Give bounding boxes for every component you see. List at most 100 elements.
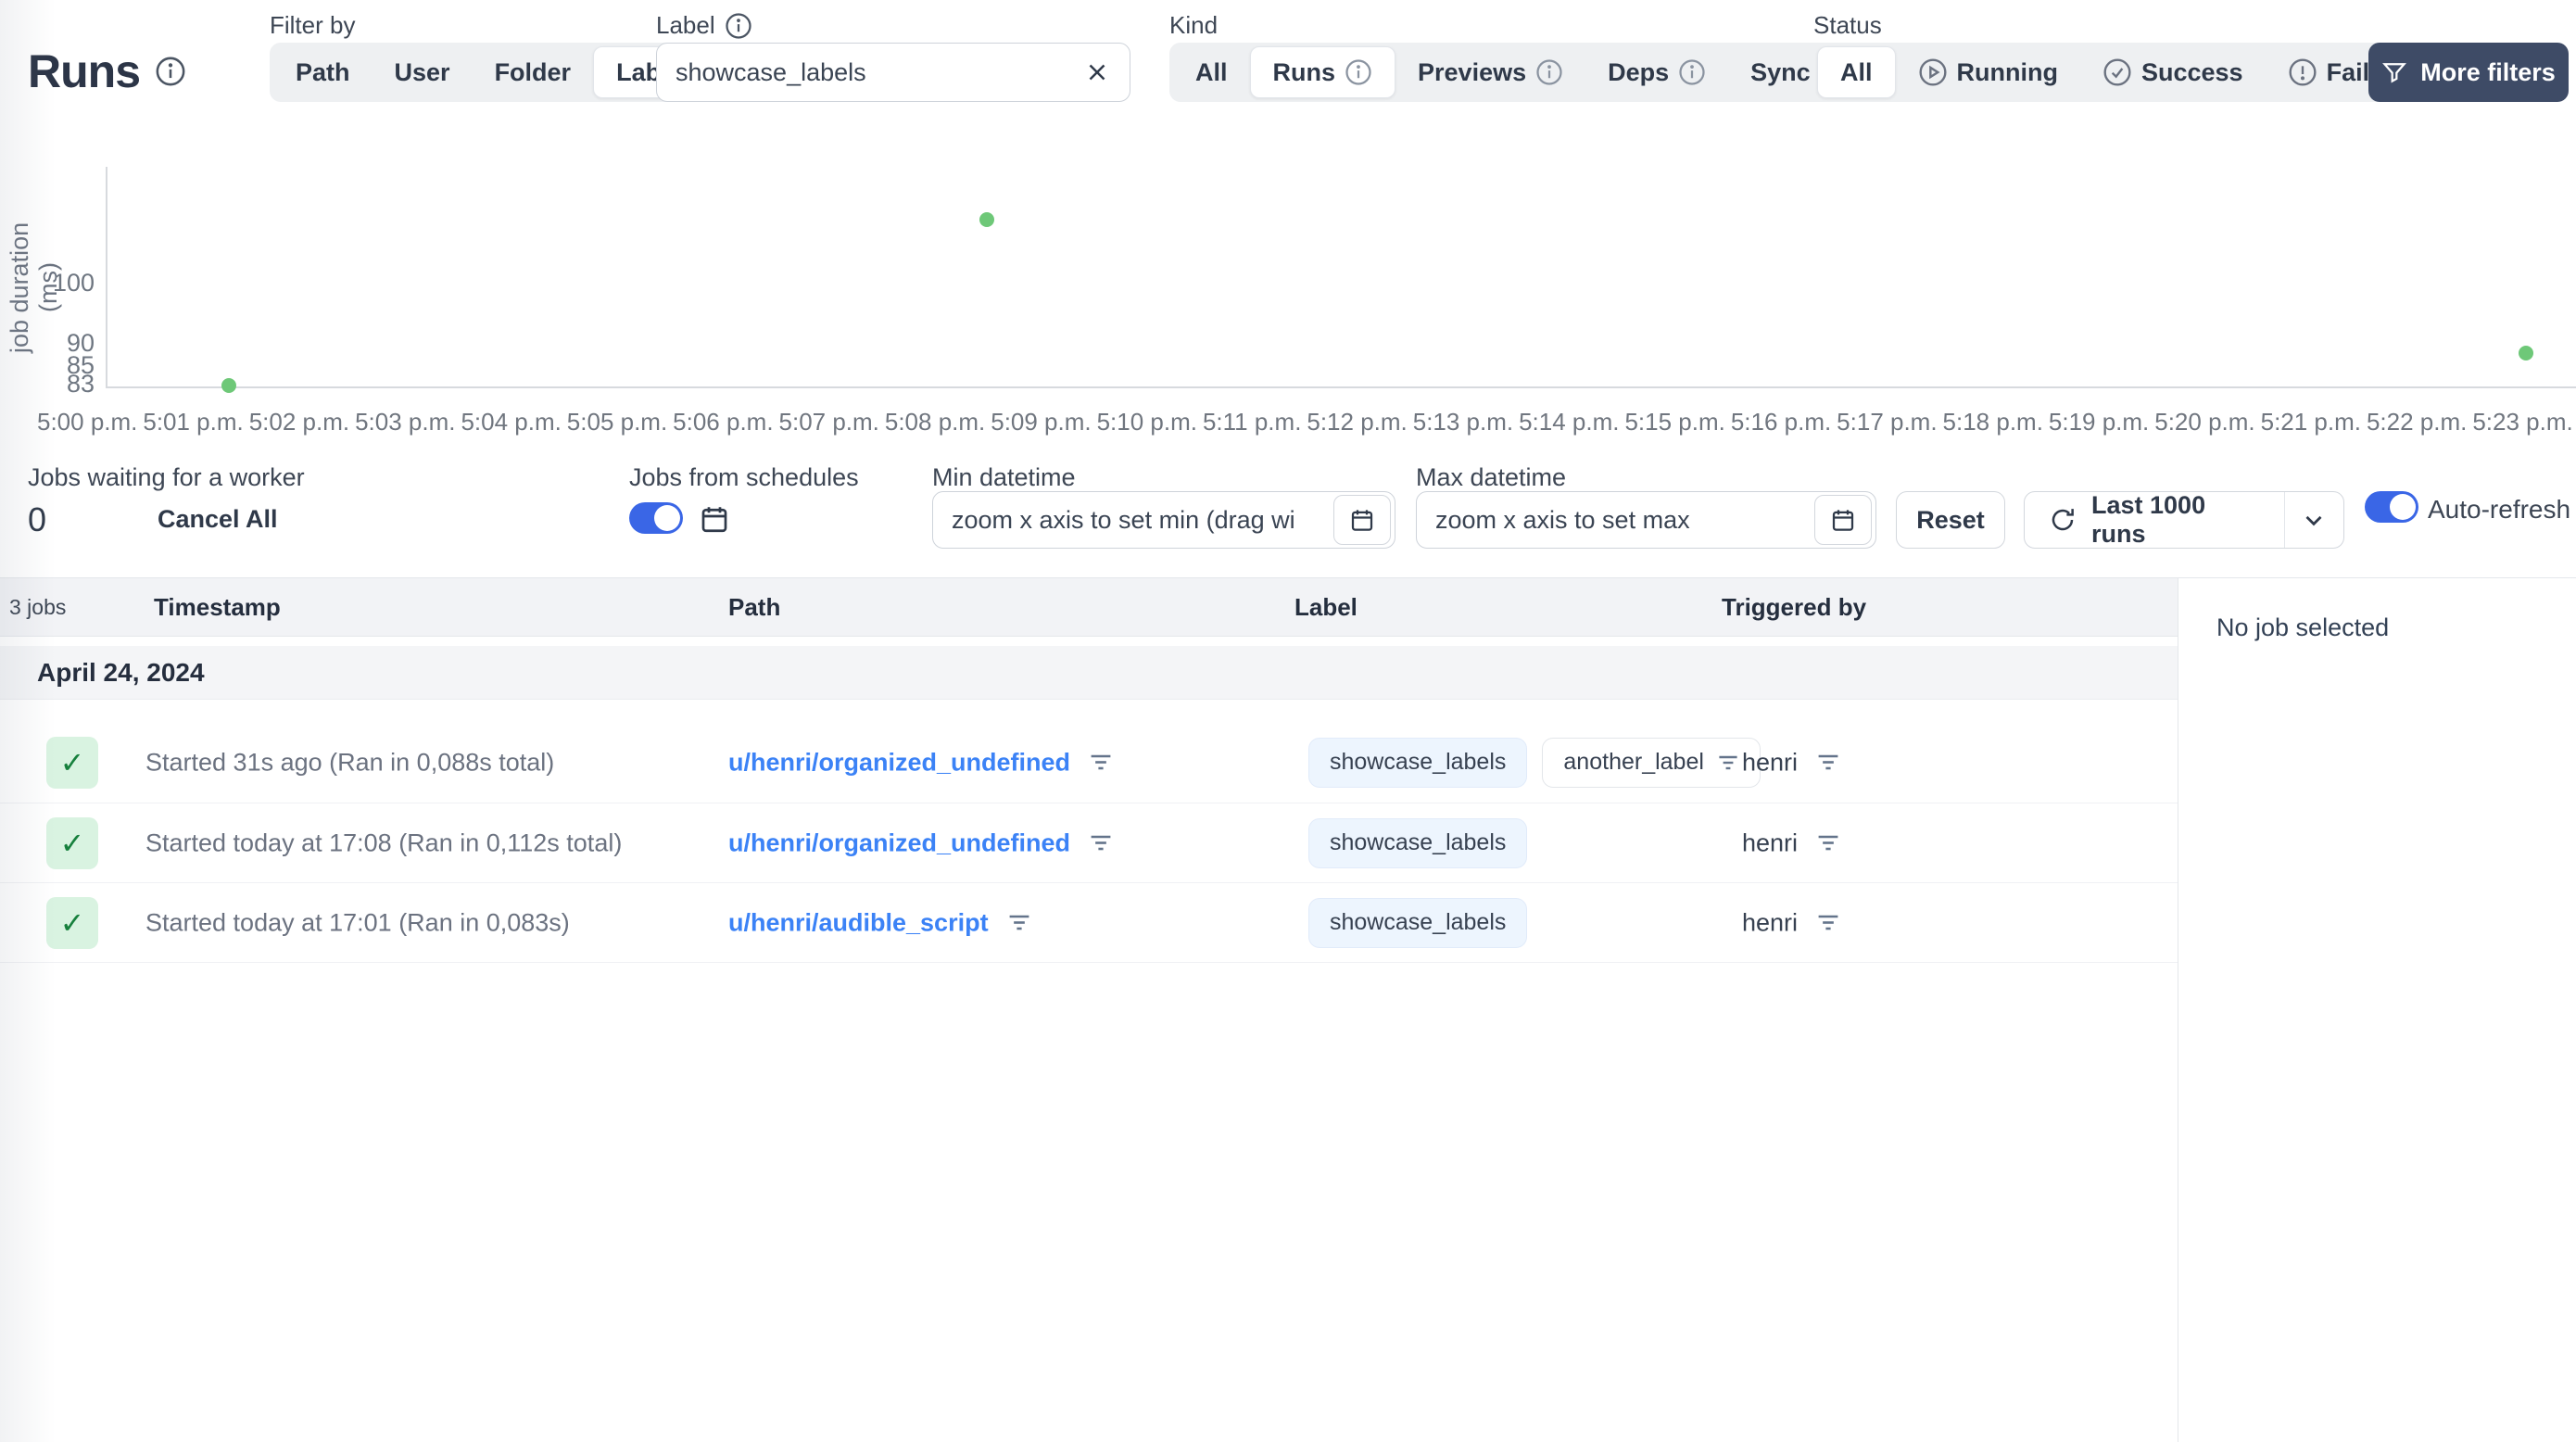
- no-job-selected-text: No job selected: [2216, 613, 2390, 641]
- label-filter-label: Label: [656, 11, 752, 40]
- scatter-point[interactable]: [221, 378, 236, 394]
- run-triggered-by-cell: henri: [1742, 829, 1840, 857]
- jobs-waiting-label: Jobs waiting for a worker: [28, 463, 305, 491]
- kind-previews[interactable]: Previews: [1395, 46, 1585, 98]
- chevron-down-icon: [2300, 506, 2328, 534]
- kind-all[interactable]: All: [1173, 46, 1250, 98]
- status-label: Status: [1813, 11, 1882, 39]
- cancel-all-button[interactable]: Cancel All: [158, 505, 278, 534]
- last-runs-main-button[interactable]: Last 1000 runs: [2025, 491, 2284, 548]
- calendar-button[interactable]: [1333, 495, 1391, 545]
- more-filters-text: More filters: [2420, 57, 2556, 86]
- table-row[interactable]: ✓ Started today at 17:08 (Ran in 0,112s …: [0, 803, 2178, 883]
- y-tick: 83: [66, 370, 95, 398]
- info-icon[interactable]: [1535, 58, 1563, 86]
- alert-circle-icon: [2288, 57, 2317, 87]
- page-title: Runs: [28, 44, 186, 98]
- info-icon[interactable]: [155, 56, 186, 87]
- column-header-timestamp: Timestamp: [154, 593, 281, 621]
- label-chip[interactable]: showcase_labels: [1308, 737, 1528, 788]
- calendar-button[interactable]: [1814, 495, 1872, 545]
- filter-by-folder[interactable]: Folder: [473, 46, 594, 98]
- scatter-point[interactable]: [2518, 346, 2533, 361]
- status-all[interactable]: All: [1817, 46, 1896, 98]
- x-tick: 5:07 p.m.: [778, 408, 879, 436]
- filter-lines-icon[interactable]: [1816, 913, 1840, 933]
- check-circle-icon: [2102, 57, 2132, 87]
- kind-deps-text: Deps: [1608, 57, 1670, 86]
- jobs-count-label: 3 jobs: [9, 595, 67, 619]
- refresh-icon: [2049, 506, 2077, 534]
- run-triggered-by-cell: henri: [1742, 748, 1840, 777]
- triggered-by-text: henri: [1742, 908, 1799, 936]
- auto-refresh-toggle[interactable]: [2365, 491, 2418, 523]
- run-path-cell: u/henri/organized_undefined: [728, 748, 1113, 777]
- filter-lines-icon[interactable]: [1007, 913, 1031, 933]
- table-header: 3 jobs Timestamp Path Label Triggered by: [0, 578, 2178, 637]
- max-datetime-placeholder: zoom x axis to set max: [1435, 505, 1690, 534]
- info-icon[interactable]: [725, 12, 752, 40]
- status-success[interactable]: Success: [2080, 46, 2266, 98]
- x-tick: 5:10 p.m.: [1096, 408, 1197, 436]
- run-triggered-by-cell: henri: [1742, 908, 1840, 937]
- run-timestamp: Started today at 17:08 (Ran in 0,112s to…: [145, 829, 623, 856]
- run-path-link[interactable]: u/henri/organized_undefined: [728, 748, 1070, 777]
- last-runs-dropdown-button[interactable]: [2283, 492, 2343, 548]
- filter-by-path[interactable]: Path: [273, 46, 373, 98]
- run-path-link[interactable]: u/henri/organized_undefined: [728, 829, 1070, 857]
- x-tick: 5:15 p.m.: [1624, 408, 1725, 436]
- x-tick: 5:03 p.m.: [355, 408, 456, 436]
- info-icon[interactable]: [1345, 58, 1372, 86]
- more-filters-button[interactable]: More filters: [2368, 43, 2569, 102]
- triggered-by-text: henri: [1742, 748, 1799, 777]
- filter-lines-icon[interactable]: [1816, 833, 1840, 854]
- success-status-badge: ✓: [46, 816, 98, 869]
- kind-runs-text: Runs: [1272, 57, 1336, 86]
- clear-icon[interactable]: [1083, 58, 1111, 86]
- x-tick: 5:21 p.m.: [2260, 408, 2362, 436]
- x-tick: 5:04 p.m.: [461, 408, 562, 436]
- scatter-point[interactable]: [979, 212, 995, 228]
- max-datetime-input[interactable]: zoom x axis to set max: [1416, 491, 1876, 549]
- funnel-icon: [2381, 59, 2407, 85]
- min-datetime-input[interactable]: zoom x axis to set min (drag wi: [932, 491, 1395, 549]
- x-tick: 5:23 p.m.: [2472, 408, 2573, 436]
- date-group-header: April 24, 2024: [0, 646, 2178, 700]
- x-tick: 5:02 p.m.: [248, 408, 350, 436]
- reset-button[interactable]: Reset: [1896, 491, 2005, 549]
- filter-by-user[interactable]: User: [373, 46, 473, 98]
- run-path-link[interactable]: u/henri/audible_script: [728, 908, 989, 937]
- run-path-cell: u/henri/audible_script: [728, 908, 1031, 937]
- filter-lines-icon[interactable]: [1089, 833, 1113, 854]
- table-row[interactable]: ✓ Started today at 17:01 (Ran in 0,083s)…: [0, 883, 2178, 963]
- label-chip[interactable]: showcase_labels: [1308, 897, 1528, 948]
- run-labels-cell: showcase_labels another_label: [1308, 737, 1761, 788]
- filter-lines-icon[interactable]: [1717, 753, 1739, 772]
- label-filter-input[interactable]: showcase_labels: [656, 43, 1130, 102]
- x-tick: 5:19 p.m.: [2048, 408, 2150, 436]
- label-chip-text: showcase_labels: [1330, 909, 1507, 935]
- kind-group: All Runs Previews Deps Sync: [1169, 43, 1874, 102]
- triggered-by-text: henri: [1742, 829, 1799, 856]
- column-header-path: Path: [728, 593, 781, 621]
- label-chip[interactable]: showcase_labels: [1308, 817, 1528, 868]
- x-tick: 5:14 p.m.: [1519, 408, 1620, 436]
- table-row[interactable]: ✓ Started 31s ago (Ran in 0,088s total) …: [0, 700, 2178, 803]
- jobs-from-schedules-toggle[interactable]: [629, 502, 683, 534]
- min-datetime-placeholder: zoom x axis to set min (drag wi: [952, 505, 1295, 534]
- kind-deps[interactable]: Deps: [1585, 46, 1728, 98]
- status-running[interactable]: Running: [1896, 46, 2080, 98]
- kind-runs[interactable]: Runs: [1249, 46, 1396, 98]
- x-tick: 5:09 p.m.: [991, 408, 1092, 436]
- calendar-icon[interactable]: [698, 502, 731, 536]
- kind-previews-text: Previews: [1418, 57, 1527, 86]
- column-header-triggered-by: Triggered by: [1722, 593, 1867, 621]
- jobs-waiting-count: 0: [28, 500, 47, 538]
- label-chip-text: another_label: [1563, 749, 1704, 776]
- filter-by-group: Path User Folder Label: [270, 43, 709, 102]
- filter-lines-icon[interactable]: [1816, 753, 1840, 773]
- filter-lines-icon[interactable]: [1089, 753, 1113, 773]
- info-icon[interactable]: [1678, 58, 1706, 86]
- label-chip[interactable]: another_label: [1542, 737, 1761, 788]
- success-status-badge: ✓: [46, 896, 98, 949]
